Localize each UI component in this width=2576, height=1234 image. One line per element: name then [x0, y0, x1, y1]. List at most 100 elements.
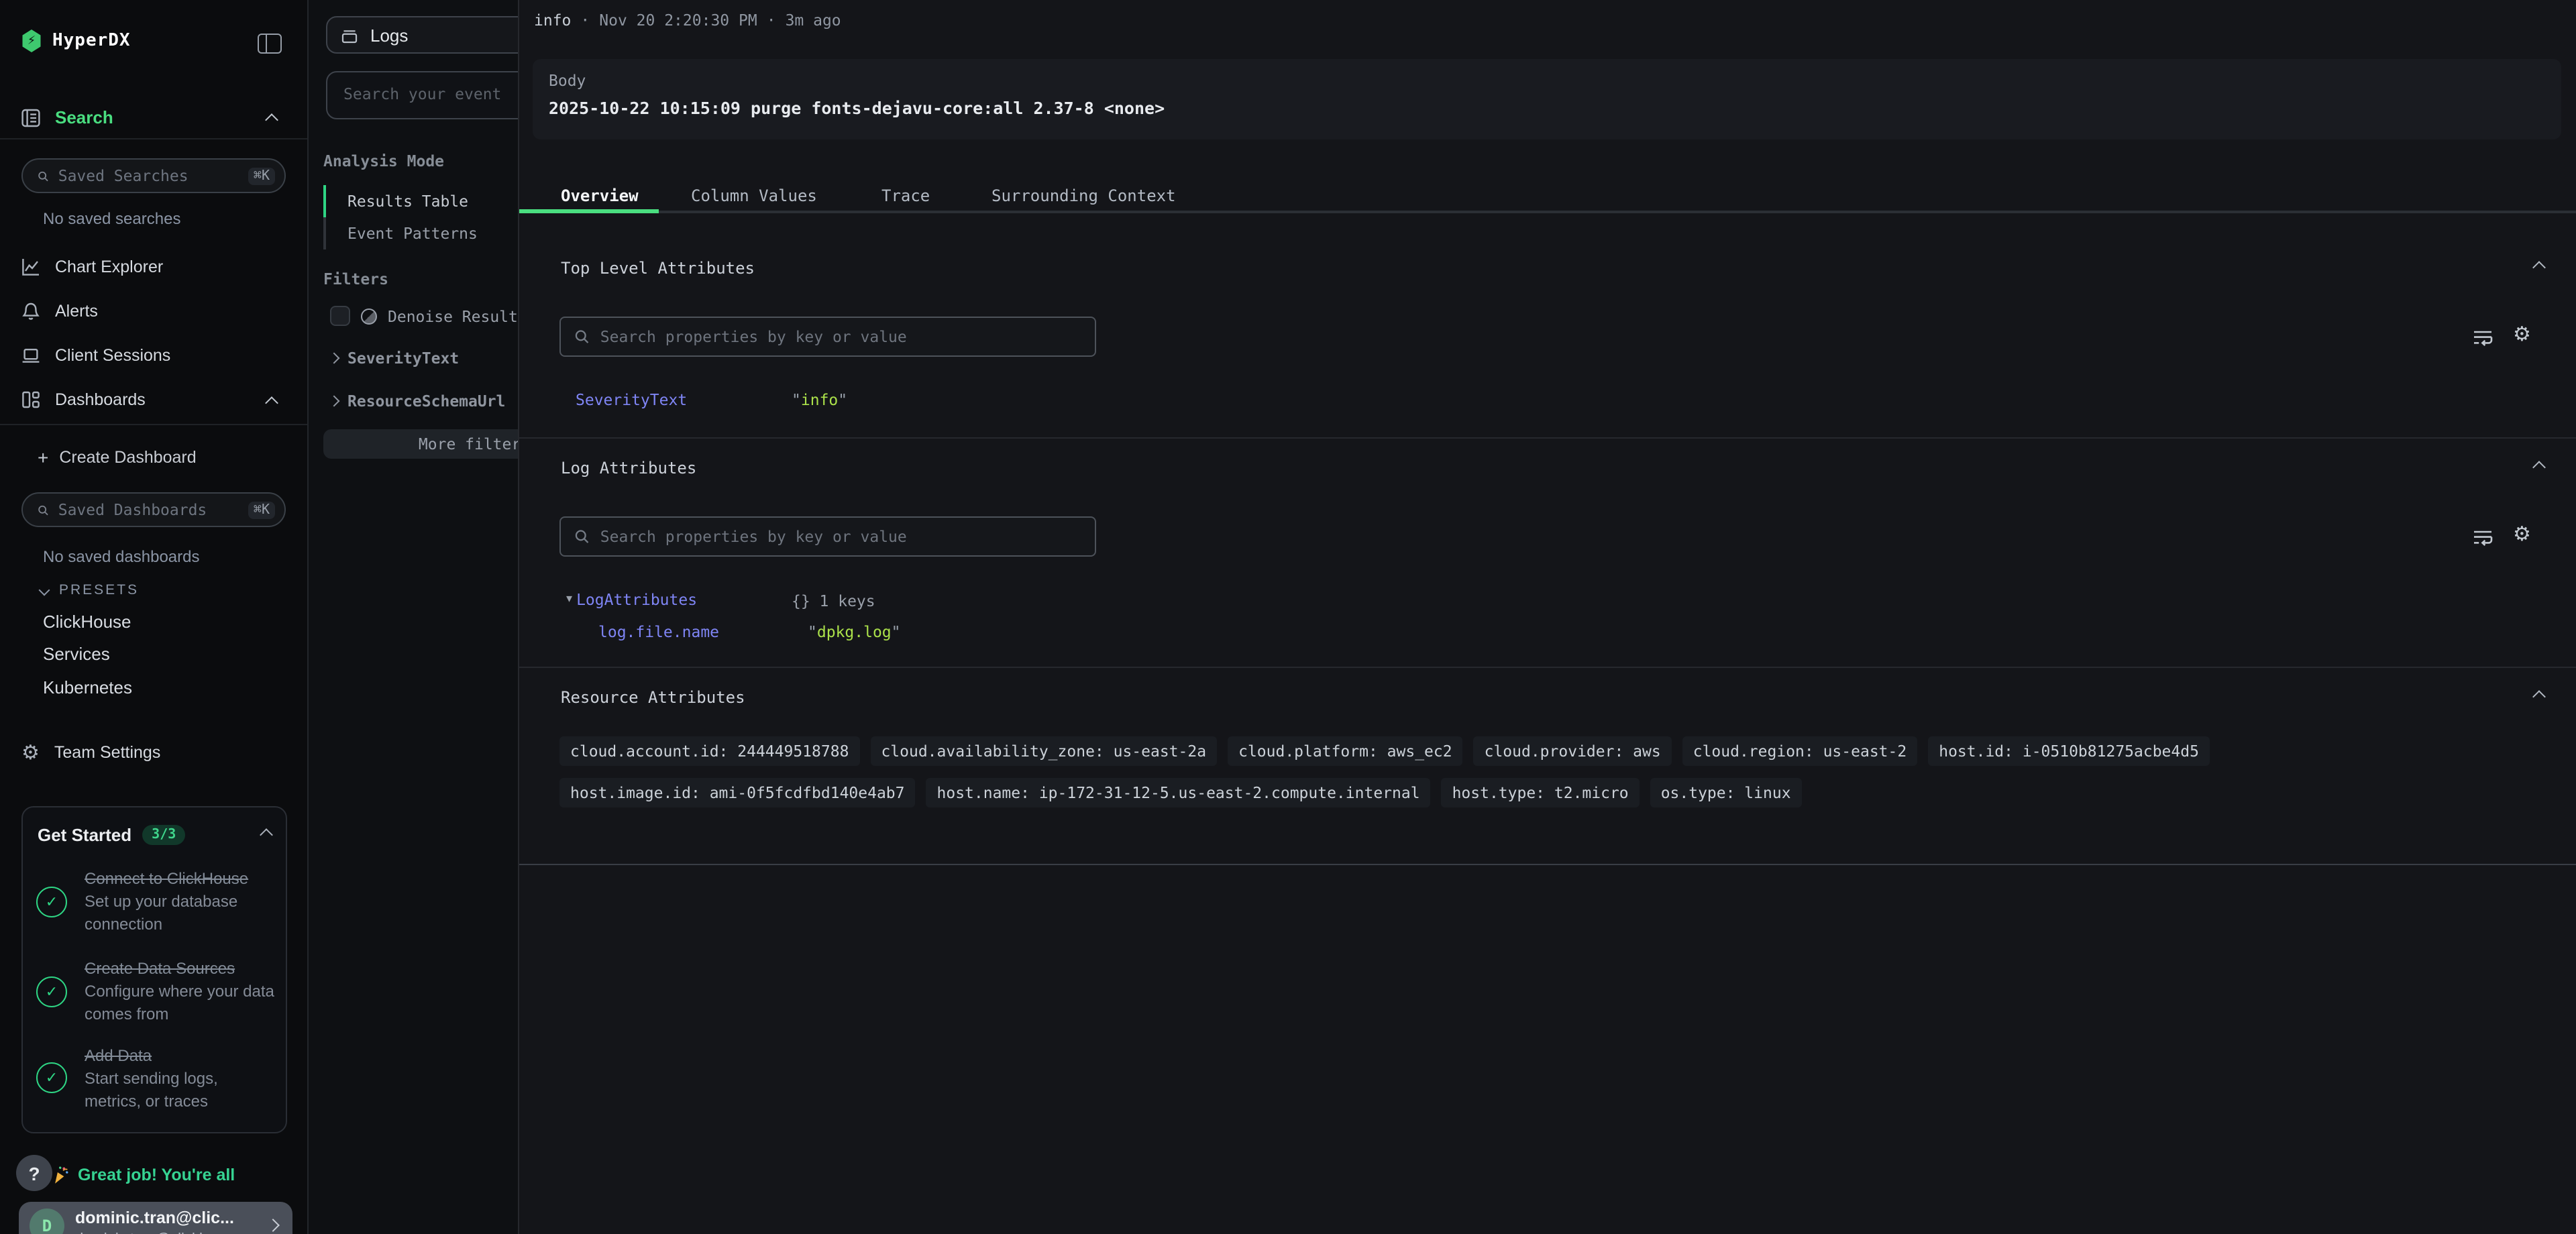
preset-kubernetes[interactable]: Kubernetes	[43, 677, 132, 697]
attribute-key[interactable]: log.file.name	[598, 622, 719, 641]
check-icon: ✓	[46, 893, 58, 911]
brand-name: HyperDX	[52, 31, 131, 51]
property-search-field[interactable]	[600, 527, 1081, 546]
denoise-results-filter[interactable]: Denoise Results	[330, 306, 518, 326]
filter-group-resourceschemaurl[interactable]: ResourceSchemaUrl	[330, 392, 505, 410]
event-detail-panel: info · Nov 20 2:20:30 PM · 3m ago Body 2…	[518, 0, 2576, 1234]
quote: "	[892, 622, 901, 641]
gear-icon[interactable]: ⚙	[2513, 524, 2531, 545]
mode-event-patterns[interactable]: Event Patterns	[323, 217, 478, 249]
congrats-banner: Great job! You're all	[51, 1166, 235, 1184]
resource-chip[interactable]: cloud.provider: aws	[1474, 736, 1672, 766]
wrap-lines-icon[interactable]	[2473, 528, 2494, 547]
help-button[interactable]: ?	[16, 1155, 52, 1191]
property-search-field[interactable]	[600, 327, 1081, 346]
collapse-sidebar-icon[interactable]	[258, 34, 282, 54]
event-age: 3m ago	[786, 11, 841, 30]
user-name: dominic.tran@clic...	[75, 1209, 234, 1227]
step-desc: Configure where your data comes from	[85, 980, 275, 1027]
saved-searches-field[interactable]	[58, 166, 239, 185]
user-menu[interactable]: D dominic.tran@clic... dominic.tran@clic…	[19, 1202, 292, 1234]
property-search-box[interactable]	[559, 317, 1096, 357]
chevron-up-icon[interactable]	[265, 396, 278, 410]
sidebar-item-search[interactable]: Search	[21, 107, 113, 127]
resource-chip[interactable]: os.type: linux	[1650, 778, 1802, 807]
tab-surrounding-context[interactable]: Surrounding Context	[991, 186, 1176, 205]
collapse-section-icon[interactable]	[2532, 690, 2546, 704]
attribute-value[interactable]: "dpkg.log"	[808, 622, 901, 641]
create-dashboard-button[interactable]: + Create Dashboard	[38, 447, 197, 468]
resource-chip[interactable]: cloud.availability_zone: us-east-2a	[870, 736, 1217, 766]
section-title-top-level: Top Level Attributes	[561, 259, 755, 278]
chevron-right-icon	[266, 1219, 280, 1232]
saved-dashboards-field[interactable]	[58, 500, 239, 519]
denoise-checkbox[interactable]	[330, 306, 350, 326]
sidebar-item-chart-explorer[interactable]: Chart Explorer	[21, 258, 163, 276]
divider	[519, 667, 2576, 668]
no-saved-searches: No saved searches	[43, 209, 180, 228]
sidebar: ⚡ HyperDX Search ⌘K No saved searches Ch…	[0, 0, 309, 1234]
event-search-field[interactable]	[343, 85, 518, 103]
filters-label: Filters	[323, 270, 388, 288]
property-search-box[interactable]	[559, 516, 1096, 557]
analysis-mode-label: Analysis Mode	[323, 152, 444, 170]
user-email: dominic.tran@clickho...	[75, 1231, 228, 1234]
brand-logo[interactable]: ⚡ HyperDX	[21, 30, 131, 52]
dot-separator: ·	[767, 11, 776, 30]
resource-chip[interactable]: host.id: i-0510b81275acbe4d5	[1928, 736, 2210, 766]
get-started-step[interactable]: ✓ Create Data Sources Configure where yo…	[23, 956, 286, 1027]
presets-toggle[interactable]: PRESETS	[40, 582, 139, 598]
resource-chip[interactable]: cloud.platform: aws_ec2	[1228, 736, 1463, 766]
collapse-section-icon[interactable]	[2532, 261, 2546, 274]
sidebar-item-client-sessions[interactable]: Client Sessions	[21, 346, 170, 365]
gear-icon[interactable]: ⚙	[2513, 325, 2531, 345]
collapse-section-icon[interactable]	[2532, 461, 2546, 474]
chevron-right-icon	[329, 396, 340, 407]
tab-overview[interactable]: Overview	[561, 186, 639, 205]
tabbar	[519, 211, 2576, 213]
check-icon: ✓	[46, 1070, 58, 1087]
tab-trace[interactable]: Trace	[881, 186, 930, 205]
step-title: Create Data Sources	[85, 956, 275, 980]
dot-separator: ·	[580, 11, 590, 30]
chevron-right-icon	[329, 353, 340, 364]
source-select[interactable]: Logs	[326, 16, 518, 54]
sidebar-item-team-settings[interactable]: ⚙ Team Settings	[21, 743, 160, 762]
resource-chip[interactable]: cloud.region: us-east-2	[1682, 736, 1918, 766]
attribute-tree-root[interactable]: ▾ LogAttributes	[566, 590, 697, 609]
filter-group-severitytext[interactable]: SeverityText	[330, 349, 459, 368]
event-search-box[interactable]	[326, 71, 518, 119]
chevron-up-icon[interactable]	[260, 828, 273, 842]
resource-chip[interactable]: host.type: t2.micro	[1442, 778, 1640, 807]
more-filters-button[interactable]: More filters	[323, 429, 518, 459]
sidebar-item-label: Alerts	[55, 302, 98, 321]
sidebar-item-alerts[interactable]: Alerts	[21, 302, 98, 321]
divider	[0, 138, 307, 139]
body-content[interactable]: 2025-10-22 10:15:09 purge fonts-dejavu-c…	[549, 98, 1165, 118]
preset-clickhouse[interactable]: ClickHouse	[43, 612, 131, 632]
chevron-up-icon[interactable]	[265, 113, 278, 127]
shortcut-badge: ⌘K	[248, 501, 275, 518]
resource-chip[interactable]: host.image.id: ami-0f5fcdfbd140e4ab7	[559, 778, 916, 807]
attribute-value[interactable]: "info"	[792, 390, 847, 409]
check-circle-icon: ✓	[36, 976, 67, 1007]
chart-icon	[21, 258, 40, 276]
get-started-step[interactable]: ✓ Connect to ClickHouse Set up your data…	[23, 866, 286, 938]
body-label: Body	[549, 71, 586, 90]
tab-column-values[interactable]: Column Values	[691, 186, 817, 205]
mode-results-table[interactable]: Results Table	[323, 185, 468, 217]
wrap-lines-icon[interactable]	[2473, 329, 2494, 347]
resource-chip[interactable]: cloud.account.id: 244449518788	[559, 736, 859, 766]
saved-dashboards-input[interactable]: ⌘K	[21, 492, 286, 527]
get-started-step[interactable]: ✓ Add Data Start sending logs, metrics, …	[23, 1043, 286, 1114]
preset-services[interactable]: Services	[43, 644, 110, 664]
lightning-icon: ⚡	[28, 34, 36, 48]
sidebar-item-dashboards[interactable]: Dashboards	[21, 390, 146, 409]
saved-searches-input[interactable]: ⌘K	[21, 158, 286, 193]
quote: "	[838, 390, 847, 409]
resource-chip[interactable]: host.name: ip-172-31-12-5.us-east-2.comp…	[926, 778, 1431, 807]
create-dashboard-label: Create Dashboard	[59, 448, 196, 467]
attribute-key[interactable]: SeverityText	[576, 390, 687, 409]
sidebar-item-label: Chart Explorer	[55, 258, 163, 276]
avatar: D	[30, 1209, 64, 1234]
